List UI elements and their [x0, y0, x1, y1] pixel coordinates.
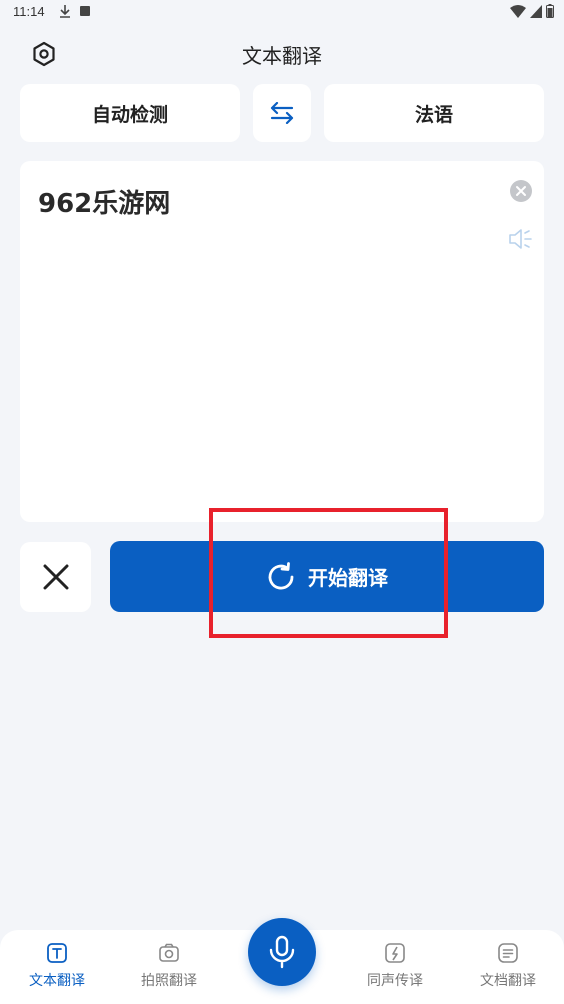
- nav-item-photo-translate[interactable]: 拍照翻译: [124, 942, 214, 990]
- input-text[interactable]: 962乐游网: [38, 183, 170, 220]
- nav-label: 拍照翻译: [141, 973, 197, 989]
- nav-item-simultaneous-translate[interactable]: 同声传译: [350, 942, 440, 990]
- start-translate-button[interactable]: 开始翻译: [110, 541, 544, 612]
- nav-label: 文本翻译: [29, 973, 85, 989]
- text-icon: [47, 943, 67, 963]
- page-title: 文本翻译: [242, 44, 322, 68]
- start-translate-label: 开始翻译: [308, 566, 388, 590]
- nav-label: 同声传译: [367, 973, 423, 989]
- signal-icon: [530, 4, 542, 18]
- status-bar: 11:14: [0, 0, 564, 24]
- input-area[interactable]: 962乐游网: [20, 161, 544, 522]
- status-indicators: [510, 4, 554, 18]
- document-icon: [498, 943, 518, 963]
- speaker-icon[interactable]: [508, 228, 534, 250]
- target-language-button[interactable]: 法语: [324, 84, 544, 142]
- swap-languages-button[interactable]: [253, 84, 311, 142]
- close-button[interactable]: [20, 542, 91, 612]
- battery-icon: [546, 4, 554, 18]
- notification-icon: [80, 6, 90, 16]
- voice-input-button[interactable]: [248, 918, 316, 986]
- refresh-icon: [268, 561, 294, 589]
- download-icon: [60, 5, 70, 18]
- app-header: 文本翻译: [0, 34, 564, 74]
- source-language-button[interactable]: 自动检测: [20, 84, 240, 142]
- clear-input-icon[interactable]: [510, 180, 532, 202]
- close-icon: [43, 564, 68, 590]
- microphone-icon: [269, 935, 295, 969]
- camera-icon: [159, 943, 179, 962]
- language-selector: 自动检测 法语: [20, 84, 544, 142]
- wifi-icon: [510, 4, 526, 18]
- nav-label: 文档翻译: [480, 973, 536, 989]
- nav-item-text-translate[interactable]: 文本翻译: [12, 942, 102, 990]
- simultaneous-icon: [385, 943, 405, 963]
- swap-icon: [270, 102, 294, 124]
- nav-item-document-translate[interactable]: 文档翻译: [463, 942, 553, 990]
- status-time: 11:14: [13, 4, 45, 19]
